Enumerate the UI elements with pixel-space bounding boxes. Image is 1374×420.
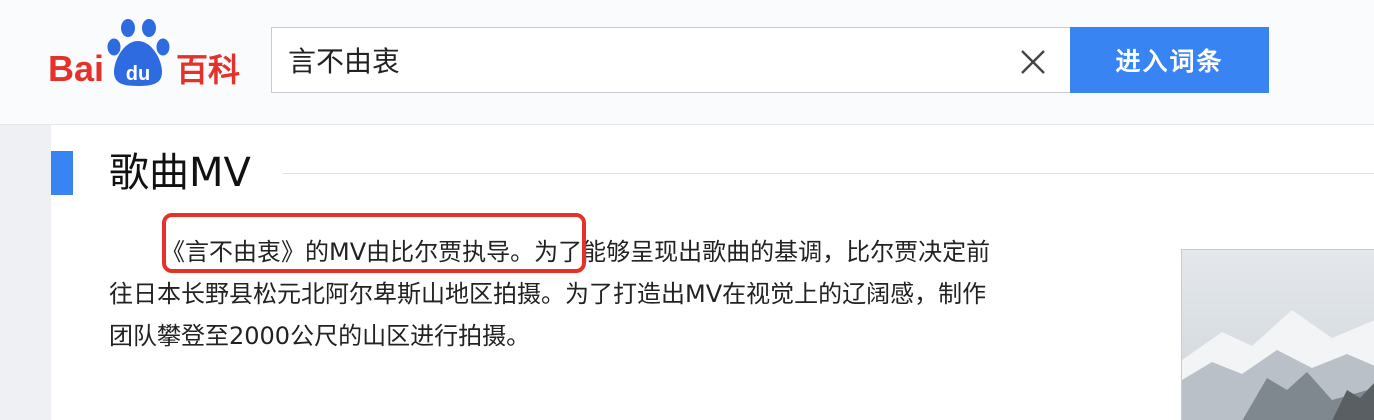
paragraph-line: 团队攀登至2000公尺的山区进行拍摄。 [109,322,531,350]
mv-thumbnail-image[interactable] [1181,249,1374,420]
search-input[interactable] [288,28,1008,92]
section-accent-bar [51,151,73,195]
paragraph-line: 往日本长野县松元北阿尔卑斯山地区拍摄。为了打造出MV在视觉上的辽阔感，制作 [109,280,987,308]
close-icon[interactable] [1018,47,1048,77]
search-box [271,27,1070,93]
svg-text:Bai: Bai [48,48,104,89]
section-title: 歌曲MV [109,150,251,196]
article-content: 歌曲MV 《言不由衷》的MV由比尔贾执导。为了能够呈现出歌曲的基调，比尔贾决定前… [51,125,1374,420]
svg-text:du: du [126,63,150,85]
svg-text:百科: 百科 [176,51,240,89]
highlight-annotation [162,213,586,273]
top-header: Bai du 百科 进入词条 [0,0,1374,125]
enter-entry-button[interactable]: 进入词条 [1070,27,1269,93]
baidu-baike-logo[interactable]: Bai du 百科 [44,14,259,106]
section-divider [283,173,1374,174]
